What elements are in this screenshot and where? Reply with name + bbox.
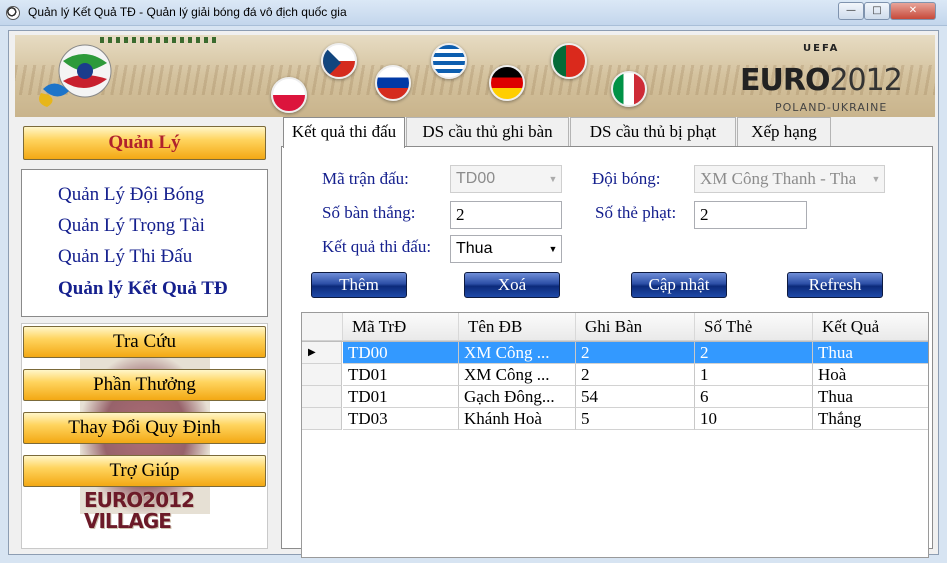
refresh-button[interactable]: Refresh	[787, 272, 883, 298]
tab-bar: Kết quả thi đấu DS cầu thủ ghi bàn DS cầ…	[281, 117, 933, 148]
nav-item-phan-thuong[interactable]: Phần Thưởng	[23, 369, 266, 401]
cell-ghi-ban[interactable]: 5	[576, 408, 695, 430]
table-row[interactable]: TD01 Gạch Đông... 54 6 Thua	[302, 386, 928, 408]
cell-so-the[interactable]: 6	[695, 386, 813, 408]
euro-ball-logo	[39, 44, 112, 107]
row-selector[interactable]	[302, 408, 342, 430]
minimize-button[interactable]: —	[838, 2, 864, 20]
portugal-flag-icon	[551, 43, 587, 79]
result-label: Kết quả thi đấu:	[322, 237, 432, 256]
nav-item-thay-doi-quy-dinh[interactable]: Thay Đổi Quy Định	[23, 412, 266, 444]
italy-flag-icon	[611, 71, 647, 107]
cell-ket-qua[interactable]: Thua	[813, 342, 928, 364]
team-dropdown: XM Công Thanh - Tha ▼	[694, 165, 885, 193]
row-selector-arrow-icon[interactable]: ▶	[302, 342, 342, 364]
czech-flag-icon	[321, 43, 357, 79]
cell-ghi-ban[interactable]: 2	[576, 364, 695, 386]
cell-so-the[interactable]: 1	[695, 364, 813, 386]
village-logo-line1: EURO2012	[84, 488, 195, 512]
cell-ten-db[interactable]: Khánh Hoà	[459, 408, 576, 430]
table-row[interactable]: TD01 XM Công ... 2 1 Hoà	[302, 364, 928, 386]
delete-button[interactable]: Xoá	[464, 272, 560, 298]
cell-ten-db[interactable]: XM Công ...	[459, 364, 576, 386]
maximize-button[interactable]: □	[864, 2, 890, 20]
result-dropdown[interactable]: Thua ▼	[450, 235, 562, 263]
host-countries-text: POLAND-UKRAINE	[775, 101, 888, 114]
match-id-dropdown: TD00 ▼	[450, 165, 562, 193]
cell-ma-trd[interactable]: TD00	[343, 342, 459, 364]
euro-village-logo: EURO2012 VILLAGE	[84, 488, 195, 533]
nav-link-quan-ly-ket-qua[interactable]: Quản lý Kết Quả TĐ	[58, 278, 228, 300]
chevron-down-icon: ▼	[871, 174, 881, 184]
row-header-corner	[302, 313, 343, 341]
cell-so-the[interactable]: 10	[695, 408, 813, 430]
cell-ma-trd[interactable]: TD01	[343, 386, 459, 408]
soccer-ball-icon	[6, 6, 20, 20]
table-row[interactable]: ▶ TD00 XM Công ... 2 2 Thua	[302, 342, 928, 364]
euro-2012-logo: EURO2012	[740, 63, 903, 98]
euro-year: 2012	[829, 63, 902, 98]
cell-ma-trd[interactable]: TD01	[343, 364, 459, 386]
match-id-label: Mã trận đấu:	[322, 169, 409, 188]
cell-ghi-ban[interactable]: 2	[576, 342, 695, 364]
germany-flag-icon	[489, 65, 525, 101]
uefa-text: UEFA	[803, 43, 840, 54]
column-header-so-the[interactable]: Số Thẻ	[695, 313, 813, 341]
row-selector[interactable]	[302, 386, 342, 408]
table-row[interactable]: TD03 Khánh Hoà 5 10 Thắng	[302, 408, 928, 430]
cell-ghi-ban[interactable]: 54	[576, 386, 695, 408]
goals-input[interactable]: 2	[450, 201, 562, 229]
greece-flag-icon	[431, 43, 467, 79]
column-header-ten-db[interactable]: Tên ĐB	[459, 313, 576, 341]
cards-label: Số thẻ phạt:	[595, 203, 677, 222]
cell-ket-qua[interactable]: Thua	[813, 386, 928, 408]
close-button[interactable]: ✕	[890, 2, 936, 20]
cell-ten-db[interactable]: XM Công ...	[459, 342, 576, 364]
cards-input[interactable]: 2	[694, 201, 807, 229]
tab-ds-cau-thu-ghi-ban[interactable]: DS cầu thủ ghi bàn	[406, 117, 569, 147]
window-title: Quản lý Kết Quả TĐ - Quản lý giải bóng đ…	[28, 5, 347, 19]
euro-word: EURO	[740, 63, 830, 98]
euro-banner: UEFA EURO2012 POLAND-UKRAINE	[15, 35, 935, 117]
nav-item-tro-giup[interactable]: Trợ Giúp	[23, 455, 266, 487]
result-value: Thua	[456, 240, 493, 257]
tab-ds-cau-thu-bi-phat[interactable]: DS cầu thủ bị phạt	[570, 117, 736, 147]
results-grid[interactable]: Mã TrĐ Tên ĐB Ghi Bàn Số Thẻ Kết Quả ▶ T…	[301, 312, 929, 558]
team-label: Đội bóng:	[592, 169, 661, 188]
management-links-panel: Quản Lý Đội Bóng Quản Lý Trọng Tài Quản …	[21, 169, 268, 317]
chevron-down-icon: ▼	[548, 244, 558, 254]
column-header-ket-qua[interactable]: Kết Quả	[813, 313, 928, 341]
title-bar: Quản lý Kết Quả TĐ - Quản lý giải bóng đ…	[0, 0, 947, 26]
nav-link-quan-ly-doi-bong[interactable]: Quản Lý Đội Bóng	[58, 184, 204, 206]
match-id-value: TD00	[456, 170, 496, 187]
cell-so-the[interactable]: 2	[695, 342, 813, 364]
cell-ket-qua[interactable]: Thắng	[813, 408, 928, 430]
grid-header-row: Mã TrĐ Tên ĐB Ghi Bàn Số Thẻ Kết Quả	[302, 313, 928, 342]
cell-ket-qua[interactable]: Hoà	[813, 364, 928, 386]
cell-ten-db[interactable]: Gạch Đông...	[459, 386, 576, 408]
column-header-ghi-ban[interactable]: Ghi Bàn	[576, 313, 695, 341]
nav-header-quan-ly[interactable]: Quản Lý	[23, 126, 266, 160]
main-window: UEFA EURO2012 POLAND-UKRAINE Quản Lý Quả…	[8, 30, 939, 558]
column-header-ma-trd[interactable]: Mã TrĐ	[343, 313, 459, 341]
russia-flag-icon	[375, 65, 411, 101]
village-logo-line2: VILLAGE	[84, 509, 172, 533]
cell-ma-trd[interactable]: TD03	[343, 408, 459, 430]
add-button[interactable]: Thêm	[311, 272, 407, 298]
goals-label: Số bàn thắng:	[322, 203, 416, 222]
chevron-down-icon: ▼	[548, 174, 558, 184]
update-button[interactable]: Cập nhật	[631, 272, 727, 298]
tab-xep-hang[interactable]: Xếp hạng	[737, 117, 831, 147]
row-selector[interactable]	[302, 364, 342, 386]
nav-item-tra-cuu[interactable]: Tra Cứu	[23, 326, 266, 358]
team-value: XM Công Thanh - Tha	[700, 169, 857, 188]
nav-link-quan-ly-trong-tai[interactable]: Quản Lý Trọng Tài	[58, 215, 205, 237]
nav-link-quan-ly-thi-dau[interactable]: Quản Lý Thi Đấu	[58, 246, 192, 268]
poland-flag-icon	[271, 77, 307, 113]
tab-ket-qua-thi-dau[interactable]: Kết quả thi đấu	[283, 117, 405, 148]
